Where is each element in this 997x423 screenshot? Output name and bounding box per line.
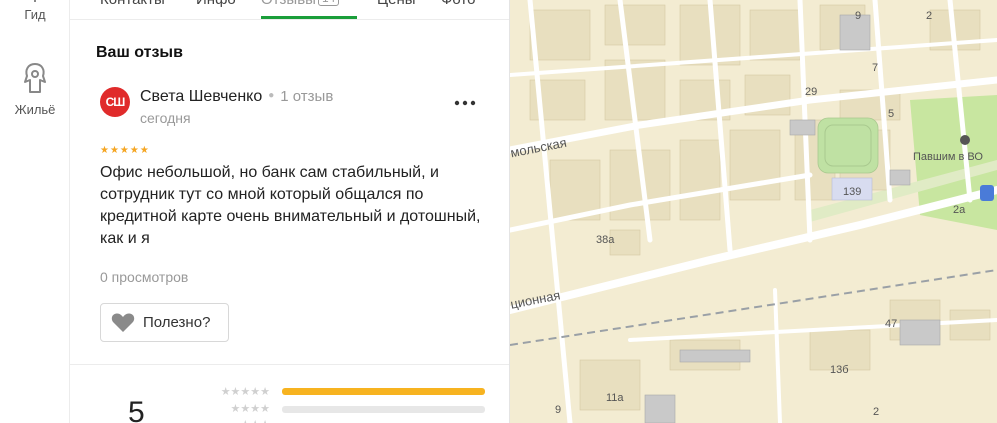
- useful-label: Полезно?: [143, 314, 211, 331]
- map-label: 9: [555, 404, 562, 416]
- map[interactable]: 9 2 7 29 5 Павшим в ВО 139 2а 38а 47 13б…: [510, 0, 997, 423]
- map-label-monument[interactable]: Павшим в ВО: [913, 151, 983, 163]
- map-label: 139: [843, 186, 862, 198]
- rating-row-stars: ★★★★★: [220, 386, 270, 398]
- tab-reviews-label: Отзывы: [261, 0, 316, 8]
- review-date: сегодня: [140, 110, 191, 126]
- rail-item-guide[interactable]: Гид: [0, 0, 70, 22]
- review-text: Офис небольшой, но банк сам стабильный, …: [100, 164, 481, 247]
- guide-icon: [0, 0, 70, 4]
- map-label: 29: [805, 86, 818, 98]
- map-label: 2а: [953, 204, 966, 216]
- left-rail: Гид Жильё: [0, 0, 70, 423]
- overall-rating: 5: [128, 396, 145, 423]
- map-label: 11а: [606, 392, 624, 404]
- rating-bar-4: [282, 406, 485, 413]
- more-options-icon[interactable]: [454, 92, 476, 106]
- review-author-line: Света Шевченко ● 1 отзыв: [140, 88, 333, 106]
- map-label: 5: [888, 108, 895, 120]
- map-label: 9: [855, 10, 862, 22]
- review-views: 0 просмотров: [100, 269, 189, 285]
- section-title: Ваш отзыв: [96, 44, 183, 61]
- map-label: 38а: [596, 234, 615, 246]
- review-stars: ★★★★★: [100, 145, 150, 156]
- tab-photos[interactable]: Фото: [441, 0, 475, 10]
- separator-dot: ●: [268, 90, 275, 101]
- map-canvas: [510, 0, 997, 423]
- map-label: 47: [885, 318, 898, 330]
- map-label: 2: [873, 406, 880, 418]
- rating-row-4: ★★★★: [198, 403, 278, 415]
- heart-icon: [111, 312, 135, 333]
- map-label: 2: [926, 10, 933, 22]
- rail-item-housing-label: Жильё: [14, 102, 56, 117]
- rating-row-stars: ★★★★: [230, 403, 270, 415]
- useful-button[interactable]: Полезно?: [100, 303, 229, 342]
- org-panel: Контакты Инфо Отзывы14 Цены Фото Ваш отз…: [70, 0, 510, 423]
- rail-item-guide-label: Гид: [24, 7, 46, 22]
- tab-reviews[interactable]: Отзывы14: [261, 0, 340, 10]
- rail-item-housing[interactable]: Жильё: [0, 62, 70, 117]
- tab-info[interactable]: Инфо: [196, 0, 236, 10]
- rating-bar-fill: [282, 388, 485, 395]
- section-divider: [70, 364, 509, 365]
- author-reviews-count: 1 отзыв: [280, 88, 334, 105]
- author-name[interactable]: Света Шевченко: [140, 88, 262, 105]
- tab-prices[interactable]: Цены: [377, 0, 416, 10]
- tabs-divider: [70, 19, 509, 20]
- map-label: 7: [872, 62, 879, 74]
- tab-bar: Контакты Инфо Отзывы14 Цены Фото: [70, 0, 509, 30]
- rating-row-5: ★★★★★: [198, 386, 278, 398]
- tab-contacts[interactable]: Контакты: [100, 0, 165, 10]
- rating-row-3: ★★★: [198, 419, 278, 423]
- housing-icon: [0, 62, 70, 96]
- tab-reviews-count: 14: [317, 0, 340, 6]
- rating-row-stars: ★★★: [198, 419, 278, 423]
- map-label: 13б: [830, 364, 849, 376]
- rating-bar-5: [282, 388, 485, 395]
- avatar[interactable]: СШ: [100, 87, 130, 117]
